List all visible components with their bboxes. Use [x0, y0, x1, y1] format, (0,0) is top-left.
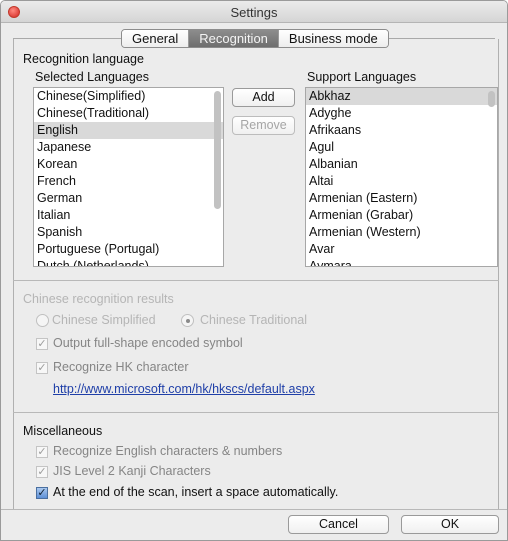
selected-language-list-item[interactable]: Italian	[34, 207, 223, 224]
support-language-list-item[interactable]: Albanian	[306, 156, 497, 173]
english-numbers-checkbox[interactable]: ✓	[36, 446, 48, 458]
settings-window: Settings General Recognition Business mo…	[0, 0, 508, 541]
jis-kanji-label: JIS Level 2 Kanji Characters	[53, 464, 211, 478]
support-language-list-item[interactable]: Aymara	[306, 258, 497, 266]
add-button[interactable]: Add	[232, 88, 295, 107]
radio-chinese-simplified[interactable]	[36, 314, 49, 327]
selected-language-list-item[interactable]: Korean	[34, 156, 223, 173]
support-language-list-item[interactable]: Adyghe	[306, 105, 497, 122]
cancel-button[interactable]: Cancel	[288, 515, 389, 534]
support-language-list-item[interactable]: Armenian (Western)	[306, 224, 497, 241]
hkscs-link[interactable]: http://www.microsoft.com/hk/hkscs/defaul…	[53, 382, 315, 396]
selected-language-list-item[interactable]: German	[34, 190, 223, 207]
english-numbers-label: Recognize English characters & numbers	[53, 444, 283, 458]
selected-language-list-item[interactable]: Japanese	[34, 139, 223, 156]
section-separator	[13, 280, 499, 281]
selected-language-list-item[interactable]: Spanish	[34, 224, 223, 241]
support-language-list-item[interactable]: Abkhaz	[306, 88, 497, 105]
recognition-language-heading: Recognition language	[23, 52, 144, 66]
selected-language-list-item[interactable]: Chinese(Simplified)	[34, 88, 223, 105]
selected-languages-list[interactable]: Chinese(Simplified) Chinese(Traditional) E…	[33, 87, 224, 267]
support-languages-heading: Support Languages	[307, 70, 417, 84]
selected-language-list-item[interactable]: Dutch (Netherlands)	[34, 258, 223, 266]
miscellaneous-heading: Miscellaneous	[23, 424, 103, 438]
support-languages-list[interactable]: Abkhaz Adyghe Afrikaans Agul Albanian Altai Ar…	[305, 87, 498, 267]
selected-list-scrollbar[interactable]	[214, 91, 221, 209]
footer-separator	[1, 509, 507, 510]
support-language-list-item[interactable]: Afrikaans	[306, 122, 497, 139]
insert-space-label: At the end of the scan, insert a space a…	[53, 485, 339, 499]
chinese-results-heading: Chinese recognition results	[23, 292, 174, 306]
section-separator-2	[13, 412, 499, 413]
support-language-list-item[interactable]: Armenian (Grabar)	[306, 207, 497, 224]
support-list-scrollbar[interactable]	[488, 91, 495, 107]
support-language-list-item[interactable]: Agul	[306, 139, 497, 156]
ok-button[interactable]: OK	[401, 515, 499, 534]
radio-chinese-traditional[interactable]	[181, 314, 194, 327]
hk-character-checkbox[interactable]: ✓	[36, 362, 48, 374]
support-language-list-item[interactable]: Avar	[306, 241, 497, 258]
window-title: Settings	[230, 5, 278, 20]
selected-language-list-item[interactable]: English	[34, 122, 223, 139]
title-bar: Settings	[1, 1, 507, 23]
jis-kanji-checkbox[interactable]: ✓	[36, 466, 48, 478]
fullshape-label: Output full-shape encoded symbol	[53, 336, 243, 350]
selected-language-list-item[interactable]: French	[34, 173, 223, 190]
fullshape-checkbox[interactable]: ✓	[36, 338, 48, 350]
remove-button[interactable]: Remove	[232, 116, 295, 135]
selected-language-list-item[interactable]: Portuguese (Portugal)	[34, 241, 223, 258]
selected-languages-heading: Selected Languages	[35, 70, 149, 84]
hk-character-label: Recognize HK character	[53, 360, 189, 374]
radio-selected-dot	[186, 319, 190, 323]
selected-language-list-item[interactable]: Chinese(Traditional)	[34, 105, 223, 122]
chinese-simplified-label: Chinese Simplified	[52, 313, 156, 327]
support-language-list-item[interactable]: Armenian (Eastern)	[306, 190, 497, 207]
chinese-traditional-label: Chinese Traditional	[200, 313, 308, 327]
insert-space-checkbox[interactable]: ✓	[36, 487, 48, 499]
support-language-list-item[interactable]: Altai	[306, 173, 497, 190]
